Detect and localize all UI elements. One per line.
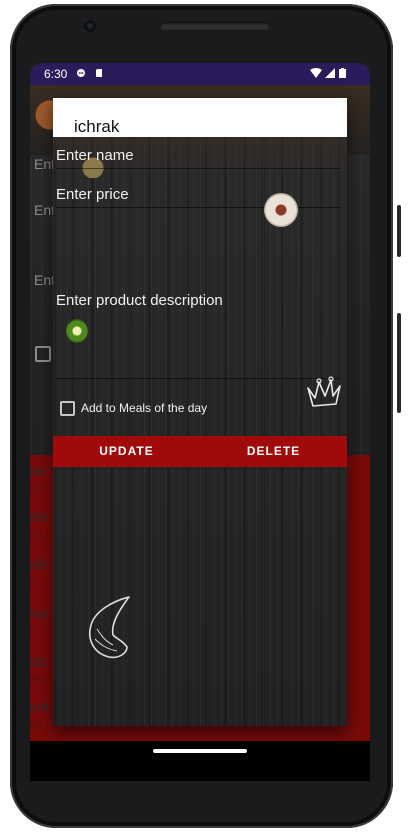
wifi-icon: [310, 68, 322, 78]
name-hint: Enter name: [56, 147, 134, 164]
price-field[interactable]: Enter price: [56, 184, 340, 208]
list-item: ich 66: [30, 699, 50, 732]
list-item: iet 22: [30, 463, 46, 496]
bg-description-hint: Ent: [34, 272, 56, 288]
name-input-value: ichrak: [74, 117, 120, 136]
list-item: qe 66: [30, 653, 47, 686]
volume-button: [397, 205, 401, 257]
name-input[interactable]: ichrak: [53, 98, 347, 137]
bg-checkbox: [35, 346, 51, 362]
pepper-decoration: [66, 319, 88, 343]
update-button[interactable]: UPDATE: [53, 436, 200, 467]
bg-price-hint: Ent: [34, 202, 56, 218]
navigation-bar: [30, 741, 370, 781]
power-button: [397, 313, 401, 413]
list-item: ab 3: [30, 556, 47, 589]
checkbox-box[interactable]: [60, 401, 75, 416]
status-bar: 6:30: [30, 63, 370, 85]
action-button-bar: UPDATE DELETE: [53, 436, 347, 467]
screen: 6:30 Ent Ent Ent iet 22 aa 22 ab 3 wy 8 …: [30, 63, 370, 741]
chicken-wing-illustration: [89, 596, 130, 659]
list-item: wy 8: [30, 605, 49, 638]
battery-icon: [339, 68, 346, 78]
description-hint: Enter product description: [56, 292, 223, 309]
cell-signal-icon: [325, 68, 335, 78]
speaker-grille: [160, 22, 270, 30]
spice-plate-decoration: [264, 193, 298, 227]
home-gesture-pill[interactable]: [153, 749, 247, 753]
crown-icon: [307, 376, 341, 407]
edit-product-dialog: ichrak Enter name Enter price Enter prod…: [53, 98, 347, 726]
delete-button[interactable]: DELETE: [200, 436, 347, 467]
bg-name-hint: Ent: [34, 156, 56, 172]
status-time: 6:30: [44, 67, 68, 81]
sd-card-icon: [96, 69, 102, 77]
list-item: aa 22: [30, 508, 47, 541]
meals-checkbox-label: Add to Meals of the day: [81, 401, 208, 415]
price-hint: Enter price: [56, 186, 129, 203]
camera-icon: [84, 20, 96, 32]
phone-frame: 6:30 Ent Ent Ent iet 22 aa 22 ab 3 wy 8 …: [0, 0, 411, 832]
description-field[interactable]: Enter product description: [56, 290, 340, 379]
name-field[interactable]: Enter name: [56, 144, 340, 169]
chat-notification-icon: [77, 69, 85, 77]
